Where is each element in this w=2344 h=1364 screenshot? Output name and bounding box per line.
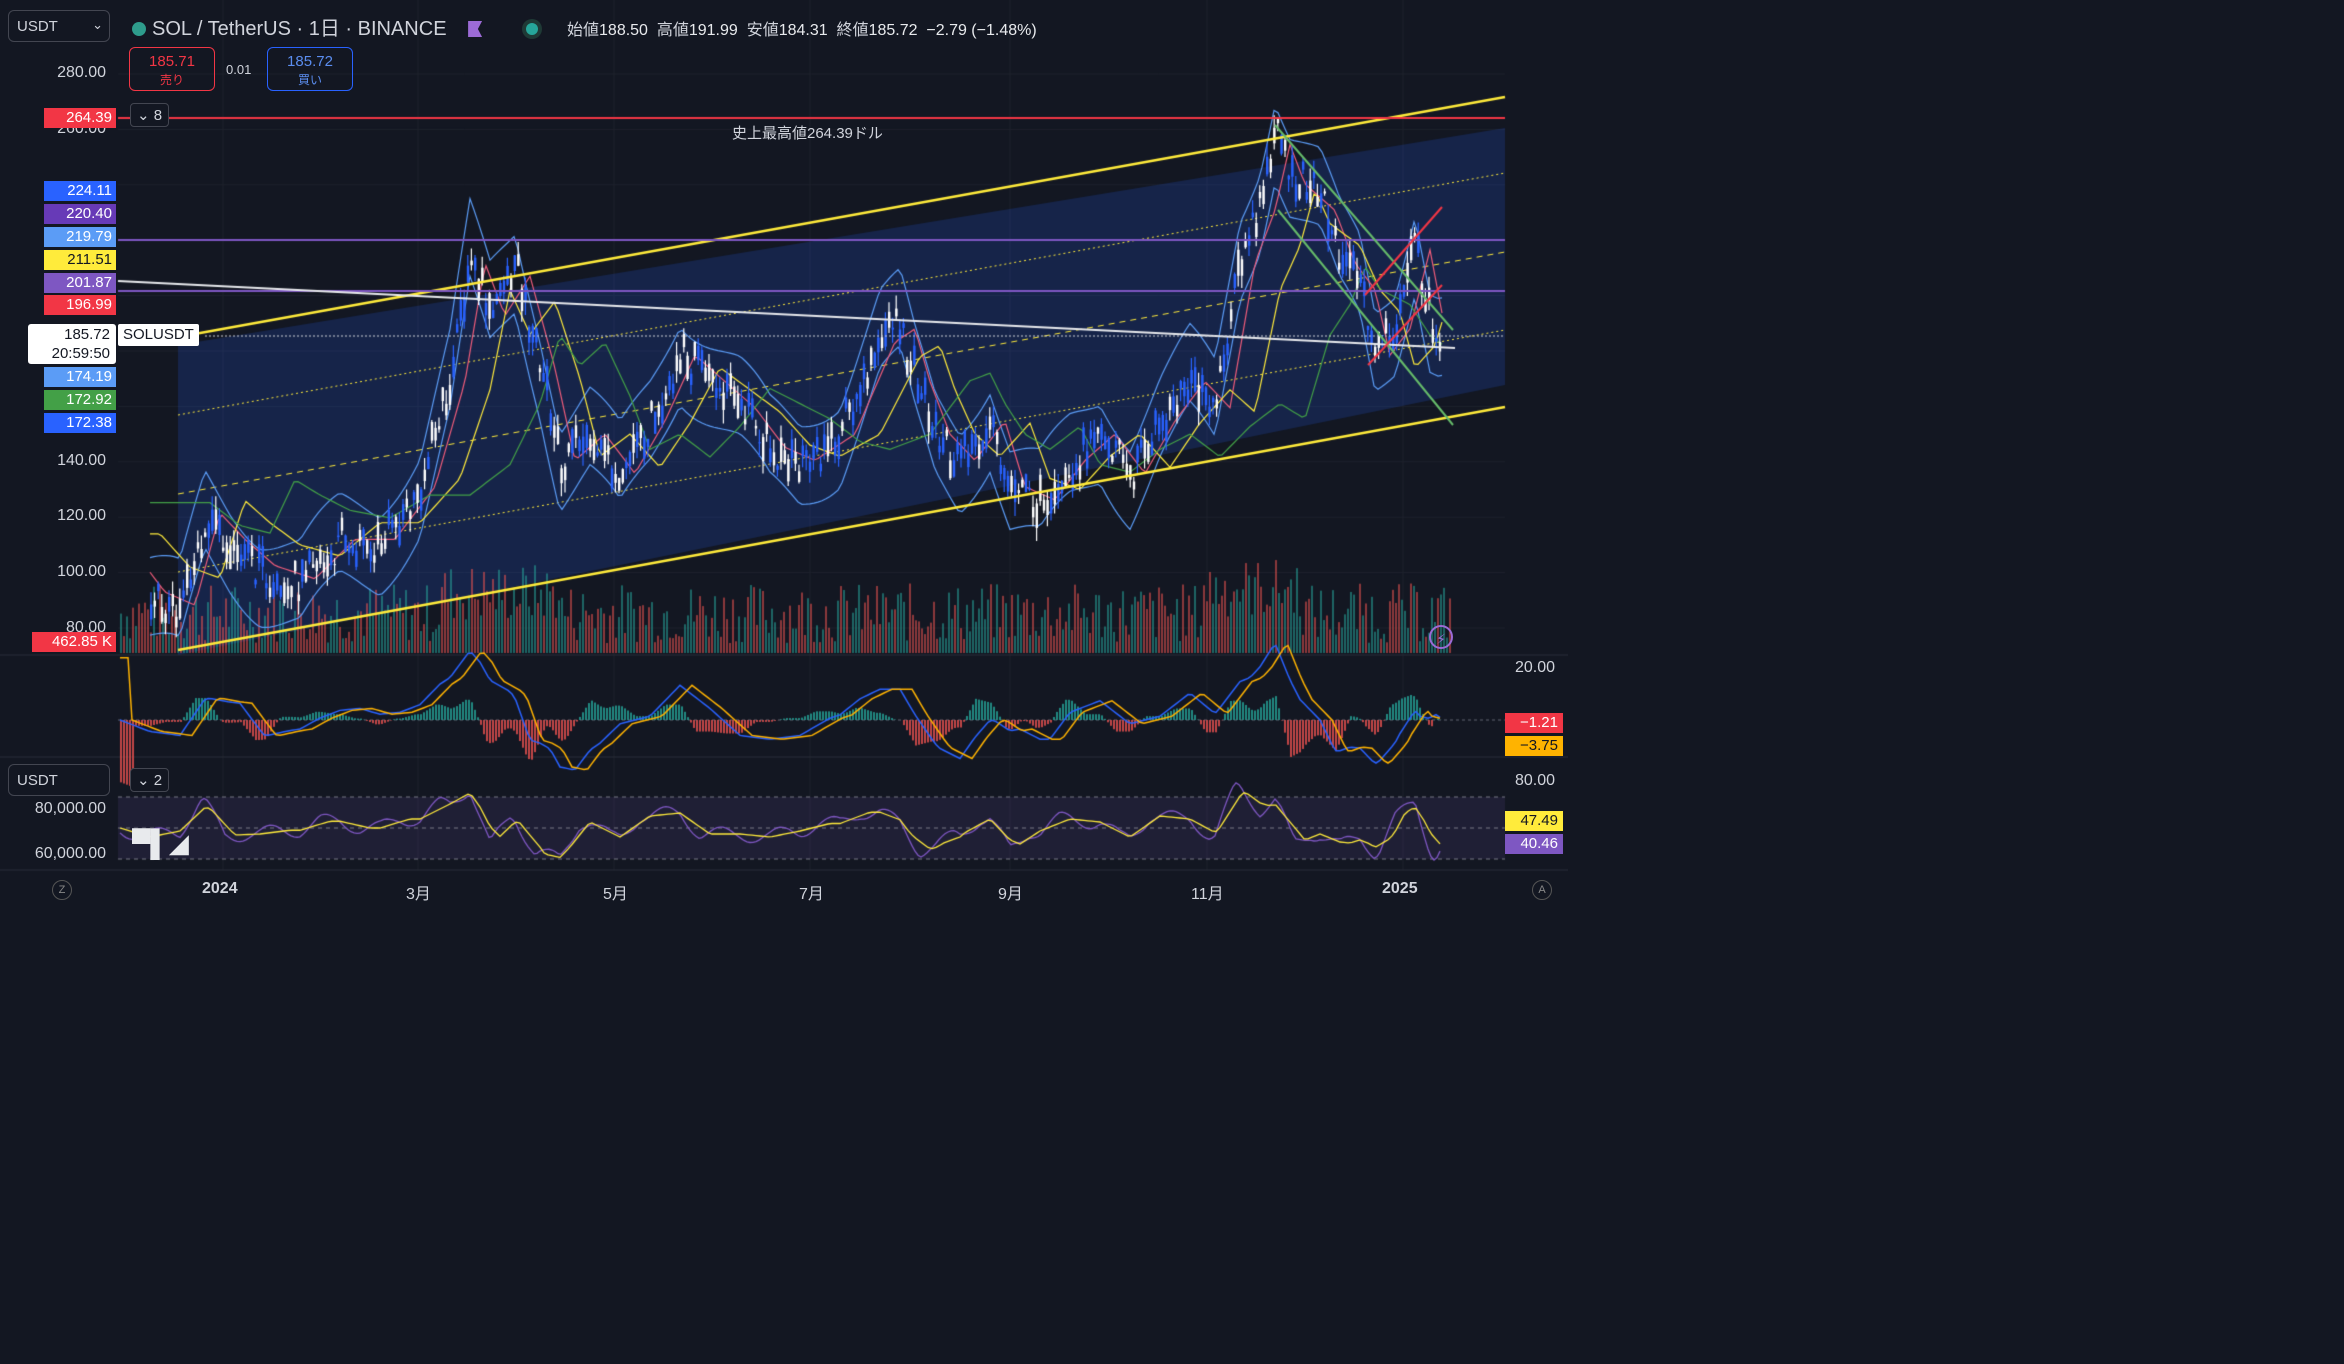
rsi-tag-2: 40.46 <box>1505 834 1563 854</box>
time-label-mar: 3月 <box>406 886 431 903</box>
price-tag-196: 196.99 <box>44 295 116 315</box>
macd-axis-top: 20.00 <box>1515 659 1556 676</box>
flag-icon[interactable] <box>468 21 483 37</box>
oscillator-collapse-button[interactable]: ⌄ 2 <box>130 768 170 792</box>
ath-annotation[interactable]: 史上最高値264.39ドル <box>732 122 883 143</box>
indicators-collapse-button[interactable]: ⌄ 8 <box>130 103 170 127</box>
time-label-2024: 2024 <box>202 880 238 897</box>
buy-button[interactable]: 185.72 買い <box>267 47 353 91</box>
axis-label-100: 100.00 <box>57 563 106 580</box>
spread-value: 0.01 <box>226 62 252 77</box>
ohlc-readout: 始値188.50 高値191.99 安値184.31 終値185.72 −2.7… <box>567 22 1037 39</box>
lightning-icon[interactable]: ⚡ <box>1429 625 1453 649</box>
price-tag-174: 174.19 <box>44 367 116 387</box>
time-label-sep: 9月 <box>998 886 1023 903</box>
chevron-down-icon: ⌄ <box>137 107 150 124</box>
currency-select-value: USDT <box>17 18 58 35</box>
axis-label-140: 140.00 <box>57 452 106 469</box>
time-label-jul: 7月 <box>799 886 824 903</box>
axis-label-120: 120.00 <box>57 507 106 524</box>
rsi-currency-select[interactable]: USDT <box>8 764 110 796</box>
rsi-left-axis-60000: 60,000.00 <box>34 845 106 862</box>
chevron-down-icon: ⌄ <box>92 17 103 32</box>
current-price-box: 185.72 20:59:50 <box>28 324 116 364</box>
time-label-2025: 2025 <box>1382 880 1418 897</box>
macd-tag-1: −1.21 <box>1505 713 1563 733</box>
ath-price-tag: 264.39 <box>44 108 116 128</box>
sell-button[interactable]: 185.71 売り <box>129 47 215 91</box>
oscillator-count: 2 <box>153 772 163 789</box>
symbol-price-tag: SOLUSDT <box>118 324 199 346</box>
buy-price: 185.72 <box>287 53 333 70</box>
rsi-left-axis-80000: 80,000.00 <box>34 800 106 817</box>
chevron-down-icon: ⌄ <box>137 772 150 789</box>
symbol-title[interactable]: SOL / TetherUS · 1日 · BINANCE <box>132 12 538 41</box>
macd-tag-2: −3.75 <box>1505 736 1563 756</box>
rsi-currency-select-value: USDT <box>17 772 58 789</box>
rsi-tag-1: 47.49 <box>1505 811 1563 831</box>
price-tag-172-38: 172.38 <box>44 413 116 433</box>
sell-label: 売り <box>159 73 184 87</box>
buy-label: 買い <box>297 73 322 87</box>
volume-tag: 462.85 K <box>32 632 116 652</box>
price-tag-219: 219.79 <box>44 227 116 247</box>
sell-price: 185.71 <box>149 53 195 70</box>
price-tag-220: 220.40 <box>44 204 116 224</box>
price-tag-211: 211.51 <box>44 250 116 270</box>
zoom-toggle-button[interactable]: Z <box>52 880 72 900</box>
indicators-count: 8 <box>153 107 163 124</box>
tradingview-logo-icon: ▀▌◢ <box>132 828 189 858</box>
price-tag-224: 224.11 <box>44 181 116 201</box>
price-tag-201: 201.87 <box>44 273 116 293</box>
currency-select[interactable]: USDT ⌄ <box>8 10 110 42</box>
market-status-icon[interactable] <box>525 23 538 35</box>
symbol-title-text: SOL / TetherUS · 1日 · BINANCE <box>152 18 447 40</box>
price-tag-172-92: 172.92 <box>44 390 116 410</box>
rsi-axis-top: 80.00 <box>1515 772 1556 789</box>
time-label-may: 5月 <box>603 886 628 903</box>
auto-scale-button[interactable]: A <box>1532 880 1552 900</box>
symbol-logo-icon <box>132 22 146 36</box>
current-price: 185.72 <box>64 326 110 343</box>
time-label-nov: 11月 <box>1191 886 1224 903</box>
bar-countdown: 20:59:50 <box>51 345 110 362</box>
axis-label-280: 280.00 <box>57 64 106 81</box>
